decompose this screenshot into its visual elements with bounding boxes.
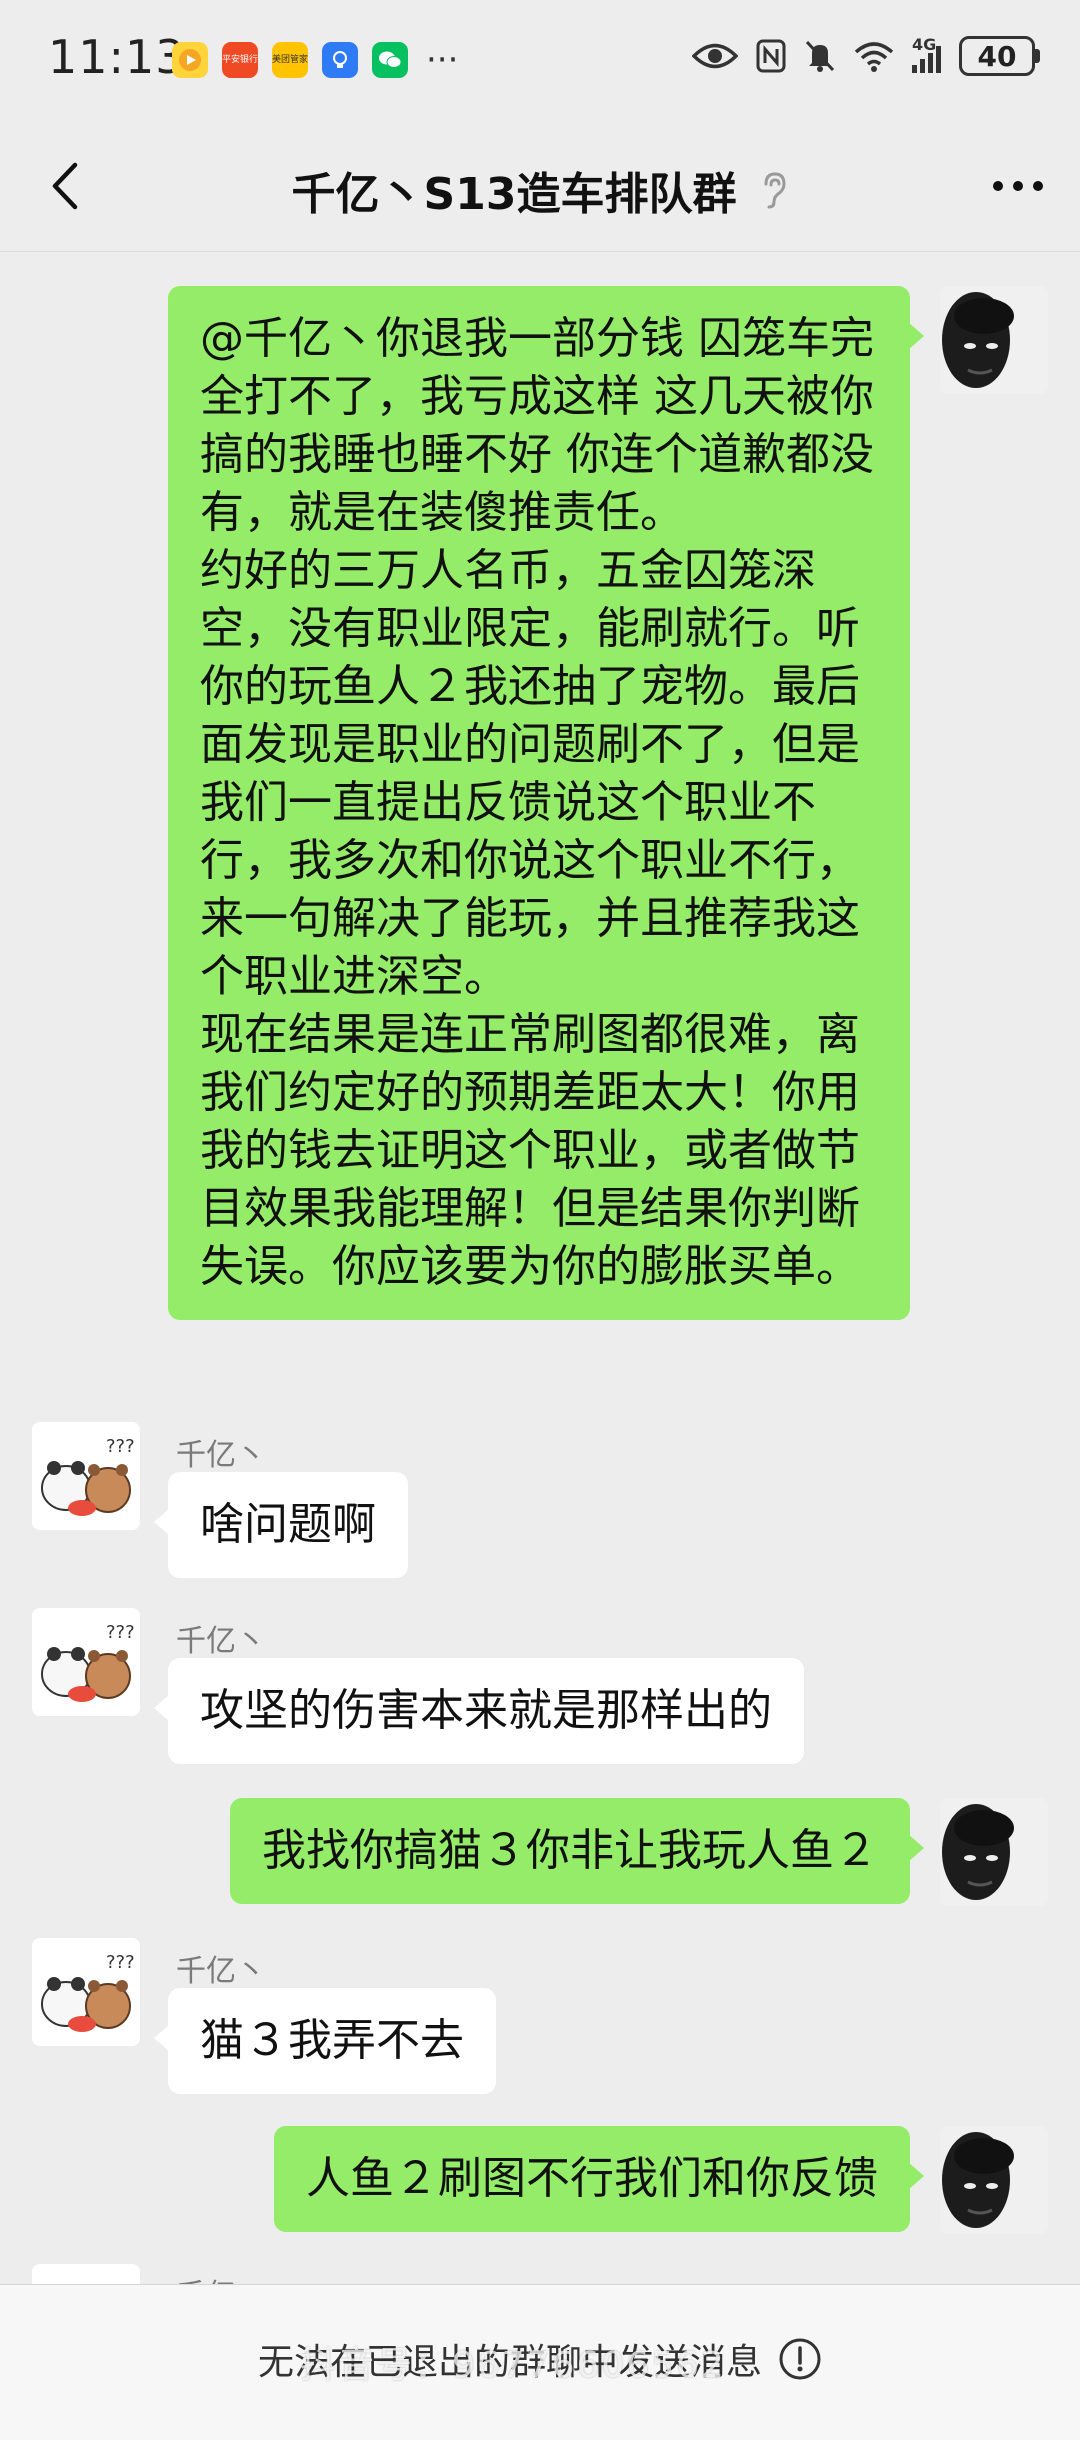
message-bubble-sent[interactable]: @千亿丶你退我一部分钱 囚笼车完全打不了，我亏成这样 这几天被你搞的我睡也睡不好…	[168, 286, 924, 1320]
sender-avatar[interactable]: ???	[32, 1938, 140, 2046]
svg-text:???: ???	[106, 1436, 135, 1457]
ear-icon	[764, 172, 786, 209]
sender-name: 千亿丶	[176, 2270, 266, 2284]
status-bar: 11:13 平安银行 美团管家 ··· 4G 40	[0, 0, 1080, 120]
more-dots-icon	[993, 181, 1043, 191]
battery-icon: 40	[959, 36, 1040, 76]
watermark: 抖音号：96776606562	[300, 2345, 726, 2386]
svg-text:???: ???	[106, 1952, 135, 1973]
sender-avatar[interactable]	[32, 2264, 140, 2284]
cartoon-avatar-icon: ???	[32, 1938, 140, 2046]
wechat-app-icon	[372, 42, 408, 78]
more-button[interactable]	[986, 164, 1050, 208]
message-bubble-sent[interactable]: 人鱼２刷图不行我们和你反馈	[274, 2126, 924, 2232]
notification-icons: 平安银行 美团管家 ···	[172, 42, 458, 78]
sender-name: 千亿丶	[176, 1954, 266, 1989]
portrait-avatar-icon	[940, 2126, 1048, 2234]
message-bubble-sent[interactable]: 我找你搞猫３你非让我玩人鱼２	[230, 1798, 924, 1904]
sender-name: 千亿丶	[176, 1624, 266, 1659]
battery-level: 40	[959, 36, 1035, 76]
mute-icon	[805, 40, 835, 72]
portrait-avatar-icon	[940, 1798, 1048, 1906]
sender-avatar[interactable]: ???	[32, 1422, 140, 1530]
my-avatar[interactable]	[940, 2126, 1048, 2234]
my-avatar[interactable]	[940, 1798, 1048, 1906]
status-time: 11:13	[48, 30, 186, 84]
chat-title: 千亿丶S13造车排队群	[291, 169, 737, 220]
message-paragraph: 现在结果是连正常刷图都很难，离我们约定好的预期差距太大！你用我的钱去证明这个职业…	[200, 1009, 860, 1292]
system-icons: 4G 40	[692, 35, 1040, 76]
message-paragraph: 约好的三万人名币，五金囚笼深空，没有职业限定，能刷就行。听你的玩鱼人２我还抽了宠…	[200, 545, 860, 1002]
sender-avatar[interactable]: ???	[32, 1608, 140, 1716]
video-app-icon	[172, 42, 208, 78]
wifi-icon	[854, 42, 894, 72]
bank-app-icon: 平安银行	[222, 42, 258, 78]
portrait-avatar-icon	[940, 286, 1048, 394]
cartoon-avatar-icon	[32, 2264, 140, 2284]
info-icon[interactable]	[778, 2337, 822, 2381]
cartoon-avatar-icon: ???	[32, 1608, 140, 1716]
bulb-app-icon	[322, 42, 358, 78]
nfc-icon	[756, 39, 786, 73]
message-bubble-received[interactable]: 啥问题啊	[154, 1472, 408, 1578]
more-notifications-icon: ···	[426, 40, 459, 80]
message-bubble-received[interactable]: 猫３我弄不去	[154, 1988, 496, 2094]
cartoon-avatar-icon: ???	[32, 1422, 140, 1530]
svg-text:???: ???	[106, 1622, 135, 1643]
eye-icon	[692, 43, 738, 69]
cellular-signal-icon: 4G	[912, 35, 941, 73]
message-bubble-received[interactable]: 攻坚的伤害本来就是那样出的	[154, 1658, 804, 1764]
sender-name: 千亿丶	[176, 1438, 266, 1473]
message-paragraph: @千亿丶你退我一部分钱 囚笼车完全打不了，我亏成这样 这几天被你搞的我睡也睡不好…	[200, 313, 874, 538]
message-list[interactable]: @千亿丶你退我一部分钱 囚笼车完全打不了，我亏成这样 这几天被你搞的我睡也睡不好…	[0, 252, 1080, 2284]
my-avatar[interactable]	[940, 286, 1048, 394]
chat-header: 千亿丶S13造车排队群	[0, 120, 1080, 252]
meituan-app-icon: 美团管家	[272, 42, 308, 78]
